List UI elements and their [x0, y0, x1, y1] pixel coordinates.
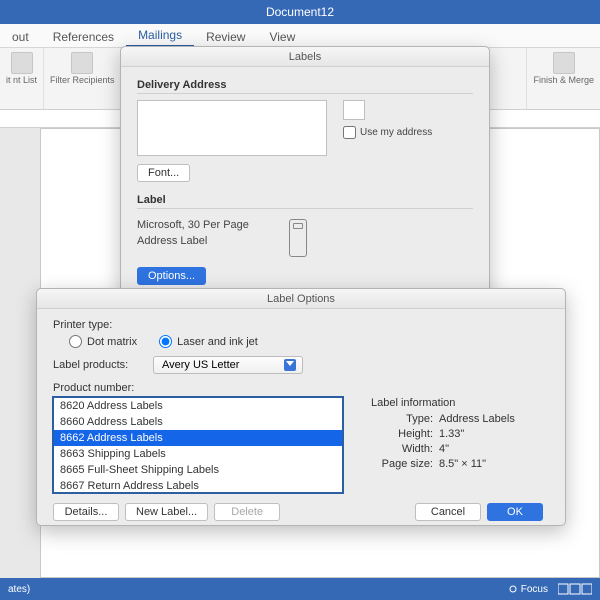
ribbon-group-recipientlist[interactable]: it nt List — [0, 48, 44, 109]
list-item[interactable]: 8665 Full-Sheet Shipping Labels — [54, 462, 342, 478]
printer-type-label: Printer type: — [53, 319, 153, 331]
radio-dot-matrix-input[interactable] — [69, 335, 82, 348]
label-products-value: Avery US Letter — [162, 359, 239, 371]
cancel-button[interactable]: Cancel — [415, 503, 481, 521]
info-height-val: 1.33" — [439, 428, 464, 440]
label-section-head: Label — [137, 194, 473, 209]
label-information-head: Label information — [371, 397, 515, 409]
info-type-val: Address Labels — [439, 413, 515, 425]
status-left: ates) — [8, 584, 30, 595]
view-mode-buttons[interactable] — [558, 583, 592, 595]
window-titlebar: Document12 — [0, 0, 600, 24]
info-height-key: Height: — [371, 428, 433, 440]
recipientlist-icon — [11, 52, 33, 74]
info-pagesize-key: Page size: — [371, 458, 433, 470]
status-bar: ates) Focus — [0, 578, 600, 600]
tab-layout[interactable]: out — [0, 26, 41, 47]
ribbon-group-filter[interactable]: Filter Recipients — [44, 48, 122, 109]
ribbon-tabs: out References Mailings Review View — [0, 24, 600, 48]
ok-button[interactable]: OK — [487, 503, 543, 521]
info-pagesize-val: 8.5" × 11" — [439, 458, 486, 470]
label-options-dialog: Label Options Printer type: Dot matrix L… — [36, 288, 566, 526]
list-item[interactable]: 8663 Shipping Labels — [54, 446, 342, 462]
list-item[interactable]: 8667 Return Address Labels — [54, 478, 342, 493]
info-width-key: Width: — [371, 443, 433, 455]
filter-label: Filter Recipients — [50, 76, 115, 86]
view-mode-icon — [558, 583, 592, 595]
focus-icon — [508, 584, 518, 594]
filter-icon — [71, 52, 93, 74]
ribbon-group-finishmerge[interactable]: Finish & Merge — [526, 48, 600, 109]
radio-dot-matrix-label: Dot matrix — [87, 336, 137, 348]
delete-button: Delete — [214, 503, 280, 521]
address-book-button[interactable] — [343, 100, 365, 120]
finishmerge-label: Finish & Merge — [533, 76, 594, 86]
chevron-down-icon — [284, 359, 296, 371]
label-products-select[interactable]: Avery US Letter — [153, 356, 303, 374]
tab-review[interactable]: Review — [194, 26, 257, 47]
focus-label: Focus — [521, 584, 548, 595]
radio-dot-matrix[interactable]: Dot matrix — [69, 335, 137, 348]
finishmerge-icon — [553, 52, 575, 74]
window-title: Document12 — [266, 5, 334, 19]
radio-laser-inkjet[interactable]: Laser and ink jet — [159, 335, 258, 348]
font-button[interactable]: Font... — [137, 164, 190, 182]
tab-references[interactable]: References — [41, 26, 126, 47]
labels-dialog-title: Labels — [121, 47, 489, 67]
use-my-address-label: Use my address — [360, 127, 432, 138]
radio-laser-inkjet-label: Laser and ink jet — [177, 336, 258, 348]
tab-view[interactable]: View — [257, 26, 307, 47]
details-button[interactable]: Details... — [53, 503, 119, 521]
product-number-label: Product number: — [53, 382, 134, 394]
list-item[interactable]: 8660 Address Labels — [54, 414, 342, 430]
label-line2: Address Label — [137, 235, 249, 247]
info-width-val: 4" — [439, 443, 449, 455]
recipientlist-label: it nt List — [6, 76, 37, 86]
tab-mailings[interactable]: Mailings — [126, 24, 194, 47]
focus-mode-button[interactable]: Focus — [508, 584, 548, 595]
label-products-label: Label products: — [53, 359, 153, 371]
list-item[interactable]: 8620 Address Labels — [54, 398, 342, 414]
labels-dialog: Labels Delivery Address Use my address F… — [120, 46, 490, 306]
delivery-address-head: Delivery Address — [137, 79, 473, 94]
use-my-address-input[interactable] — [343, 126, 356, 139]
radio-laser-inkjet-input[interactable] — [159, 335, 172, 348]
new-label-button[interactable]: New Label... — [125, 503, 208, 521]
list-item-selected[interactable]: 8662 Address Labels — [54, 430, 342, 446]
label-information-block: Label information Type: Address Labels He… — [371, 397, 515, 493]
label-options-button[interactable]: Options... — [137, 267, 206, 285]
info-type-key: Type: — [371, 413, 433, 425]
product-number-listbox[interactable]: 8620 Address Labels 8660 Address Labels … — [53, 397, 343, 493]
use-my-address-checkbox[interactable]: Use my address — [343, 126, 432, 139]
label-line1: Microsoft, 30 Per Page — [137, 219, 249, 231]
delivery-address-textarea[interactable] — [137, 100, 327, 156]
label-options-title: Label Options — [37, 289, 565, 309]
label-preview-icon — [289, 219, 307, 257]
